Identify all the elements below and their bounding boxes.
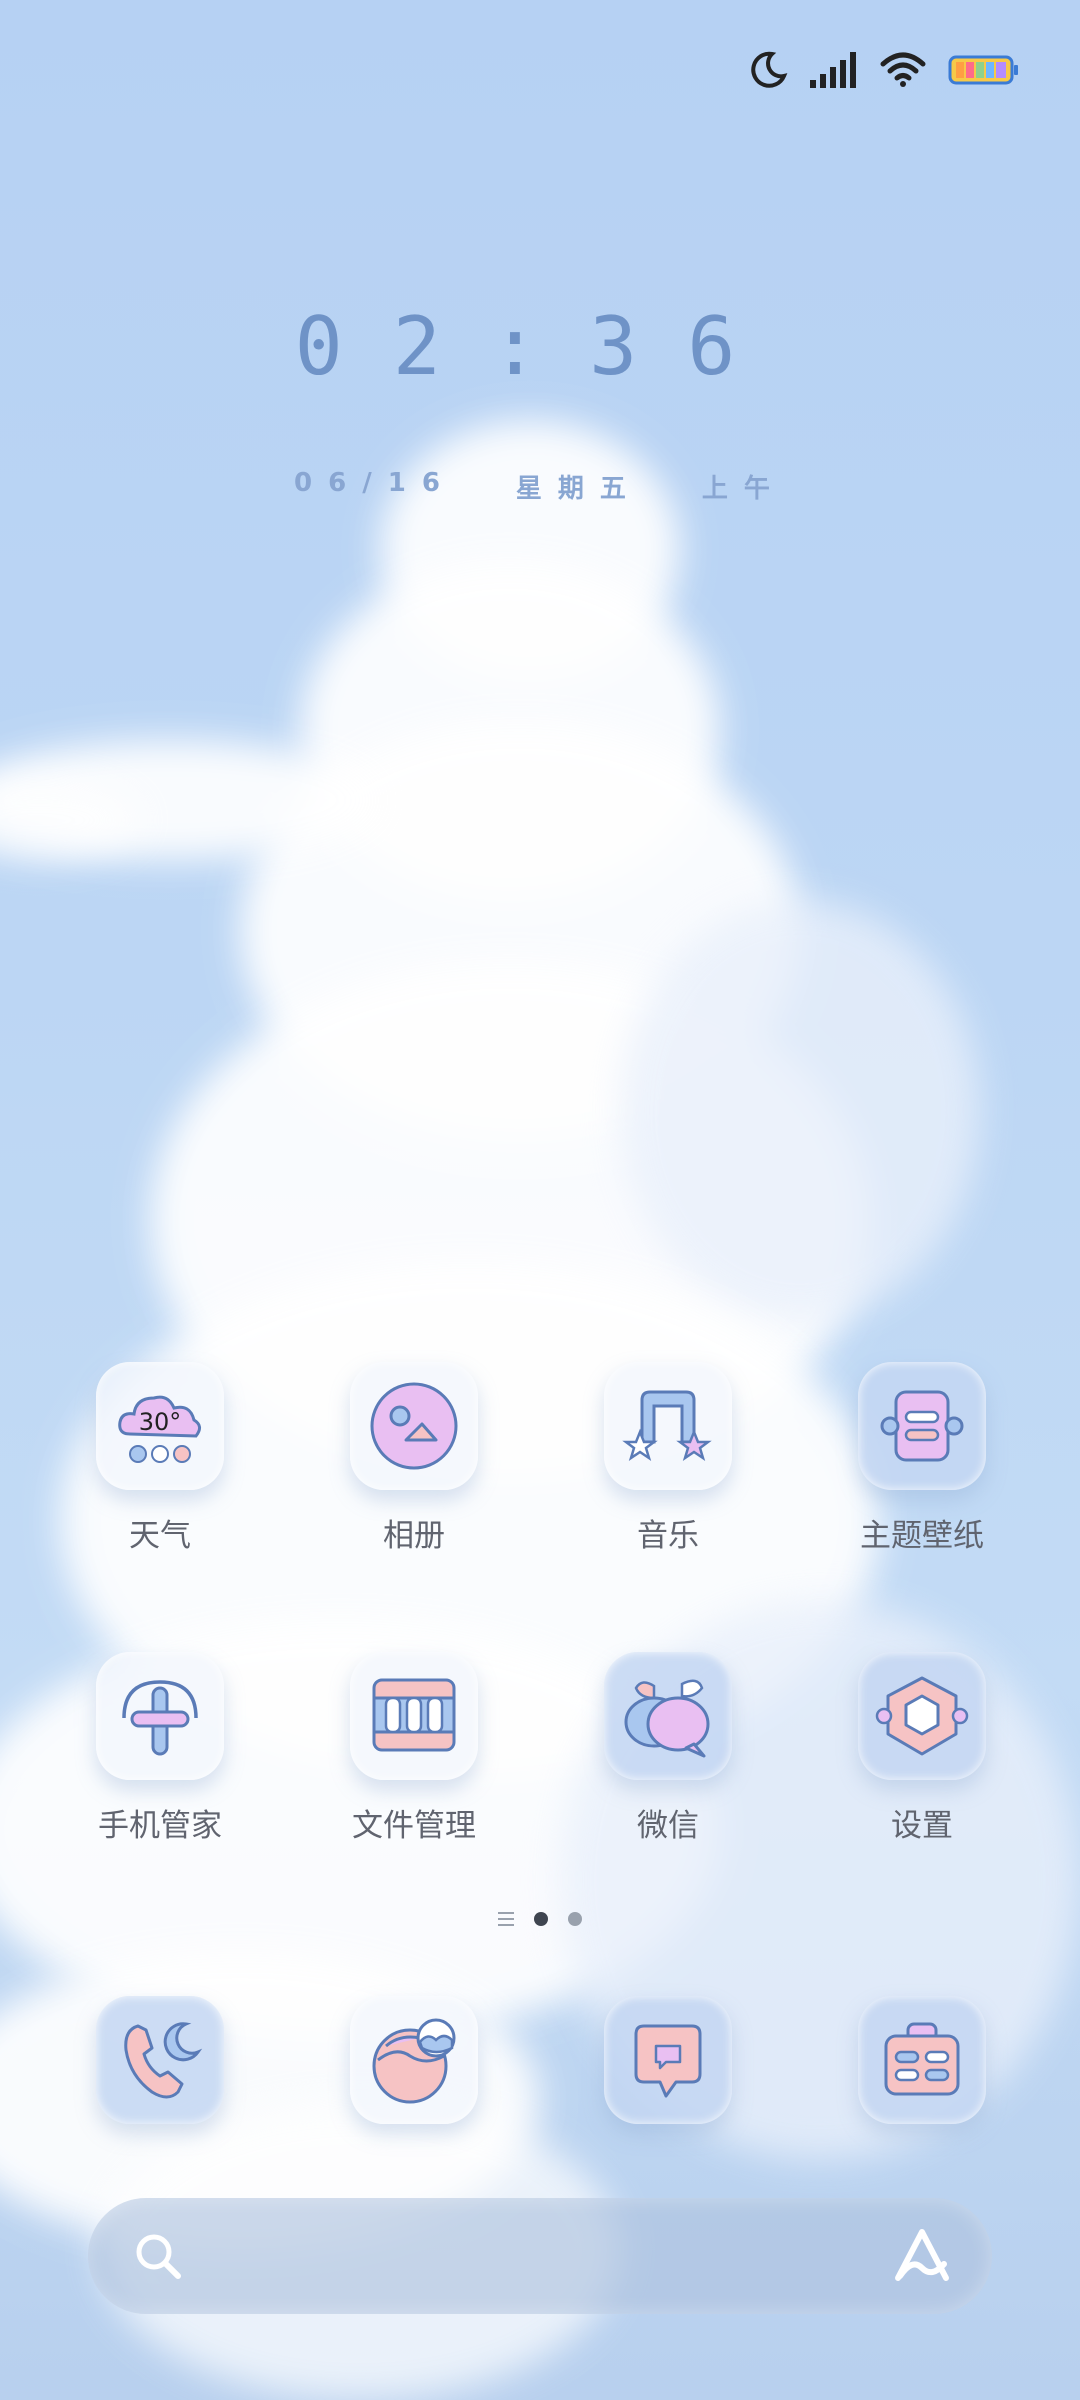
moon-icon	[751, 51, 788, 88]
page-dot[interactable]	[568, 1912, 582, 1926]
page-indicator[interactable]	[0, 1912, 1080, 1926]
app-tile[interactable]	[604, 1652, 732, 1780]
app-gallery[interactable]: 相册	[314, 1362, 514, 1555]
browser-icon	[372, 2018, 456, 2104]
app-wechat[interactable]: 微信	[568, 1652, 768, 1845]
status-bar	[748, 40, 1020, 100]
toolbox-icon	[884, 2022, 960, 2096]
app-label: 设置	[891, 1808, 953, 1844]
messages-icon	[634, 2024, 702, 2098]
app-settings[interactable]: 设置	[822, 1652, 1022, 1845]
themes-icon	[880, 1390, 964, 1462]
clock-time[interactable]: 02:36	[0, 300, 1080, 393]
settings-icon	[875, 1676, 969, 1756]
app-tile[interactable]	[350, 1652, 478, 1780]
app-label: 音乐	[637, 1518, 699, 1554]
search-icon[interactable]	[132, 2230, 186, 2284]
app-tile[interactable]	[858, 1362, 986, 1490]
assistant-icon[interactable]	[890, 2224, 954, 2288]
app-label: 相册	[383, 1518, 445, 1554]
app-tile[interactable]	[858, 1652, 986, 1780]
app-tile[interactable]	[96, 1996, 224, 2124]
period-text: 上午	[701, 474, 786, 504]
battery-icon	[948, 55, 1018, 85]
wifi-icon	[880, 52, 926, 87]
app-weather[interactable]: 30° 天气	[60, 1362, 260, 1555]
dock-phone[interactable]	[60, 1996, 260, 2124]
weather-icon: 30°	[118, 1395, 201, 1463]
dock-browser[interactable]	[314, 1996, 514, 2124]
dock-messages[interactable]	[568, 1996, 768, 2124]
app-tile[interactable]	[350, 1362, 478, 1490]
app-file-manager[interactable]: 文件管理	[314, 1652, 514, 1845]
date-text: 06/16	[294, 468, 456, 498]
file-manager-icon	[372, 1678, 456, 1752]
clock-date-row: 06/16 星期五 上午	[0, 468, 1080, 505]
app-security[interactable]: 手机管家	[60, 1652, 260, 1845]
app-music[interactable]: 音乐	[568, 1362, 768, 1555]
app-tile[interactable]	[604, 1362, 732, 1490]
weekday-text: 星期五	[515, 474, 642, 504]
app-tile[interactable]: 30°	[96, 1362, 224, 1490]
music-icon	[622, 1390, 712, 1461]
weather-temp: 30°	[139, 1408, 182, 1436]
app-tile[interactable]	[604, 1996, 732, 2124]
app-tile[interactable]	[96, 1652, 224, 1780]
search-bar[interactable]	[88, 2198, 992, 2314]
app-label: 主题壁纸	[860, 1518, 984, 1554]
gallery-icon	[370, 1382, 458, 1470]
minus-one-screen-indicator[interactable]	[498, 1912, 514, 1926]
app-label: 文件管理	[352, 1808, 476, 1844]
dock-toolbox[interactable]	[822, 1996, 1022, 2124]
app-tile[interactable]	[858, 1996, 986, 2124]
security-icon	[122, 1680, 198, 1756]
app-label: 手机管家	[98, 1808, 222, 1844]
app-label: 天气	[129, 1518, 191, 1554]
signal-icon	[810, 52, 856, 88]
phone-icon	[124, 2022, 203, 2099]
app-themes[interactable]: 主题壁纸	[822, 1362, 1022, 1555]
wechat-icon	[624, 1679, 710, 1758]
app-label: 微信	[637, 1808, 699, 1844]
app-tile[interactable]	[350, 1996, 478, 2124]
page-dot-active[interactable]	[534, 1912, 548, 1926]
